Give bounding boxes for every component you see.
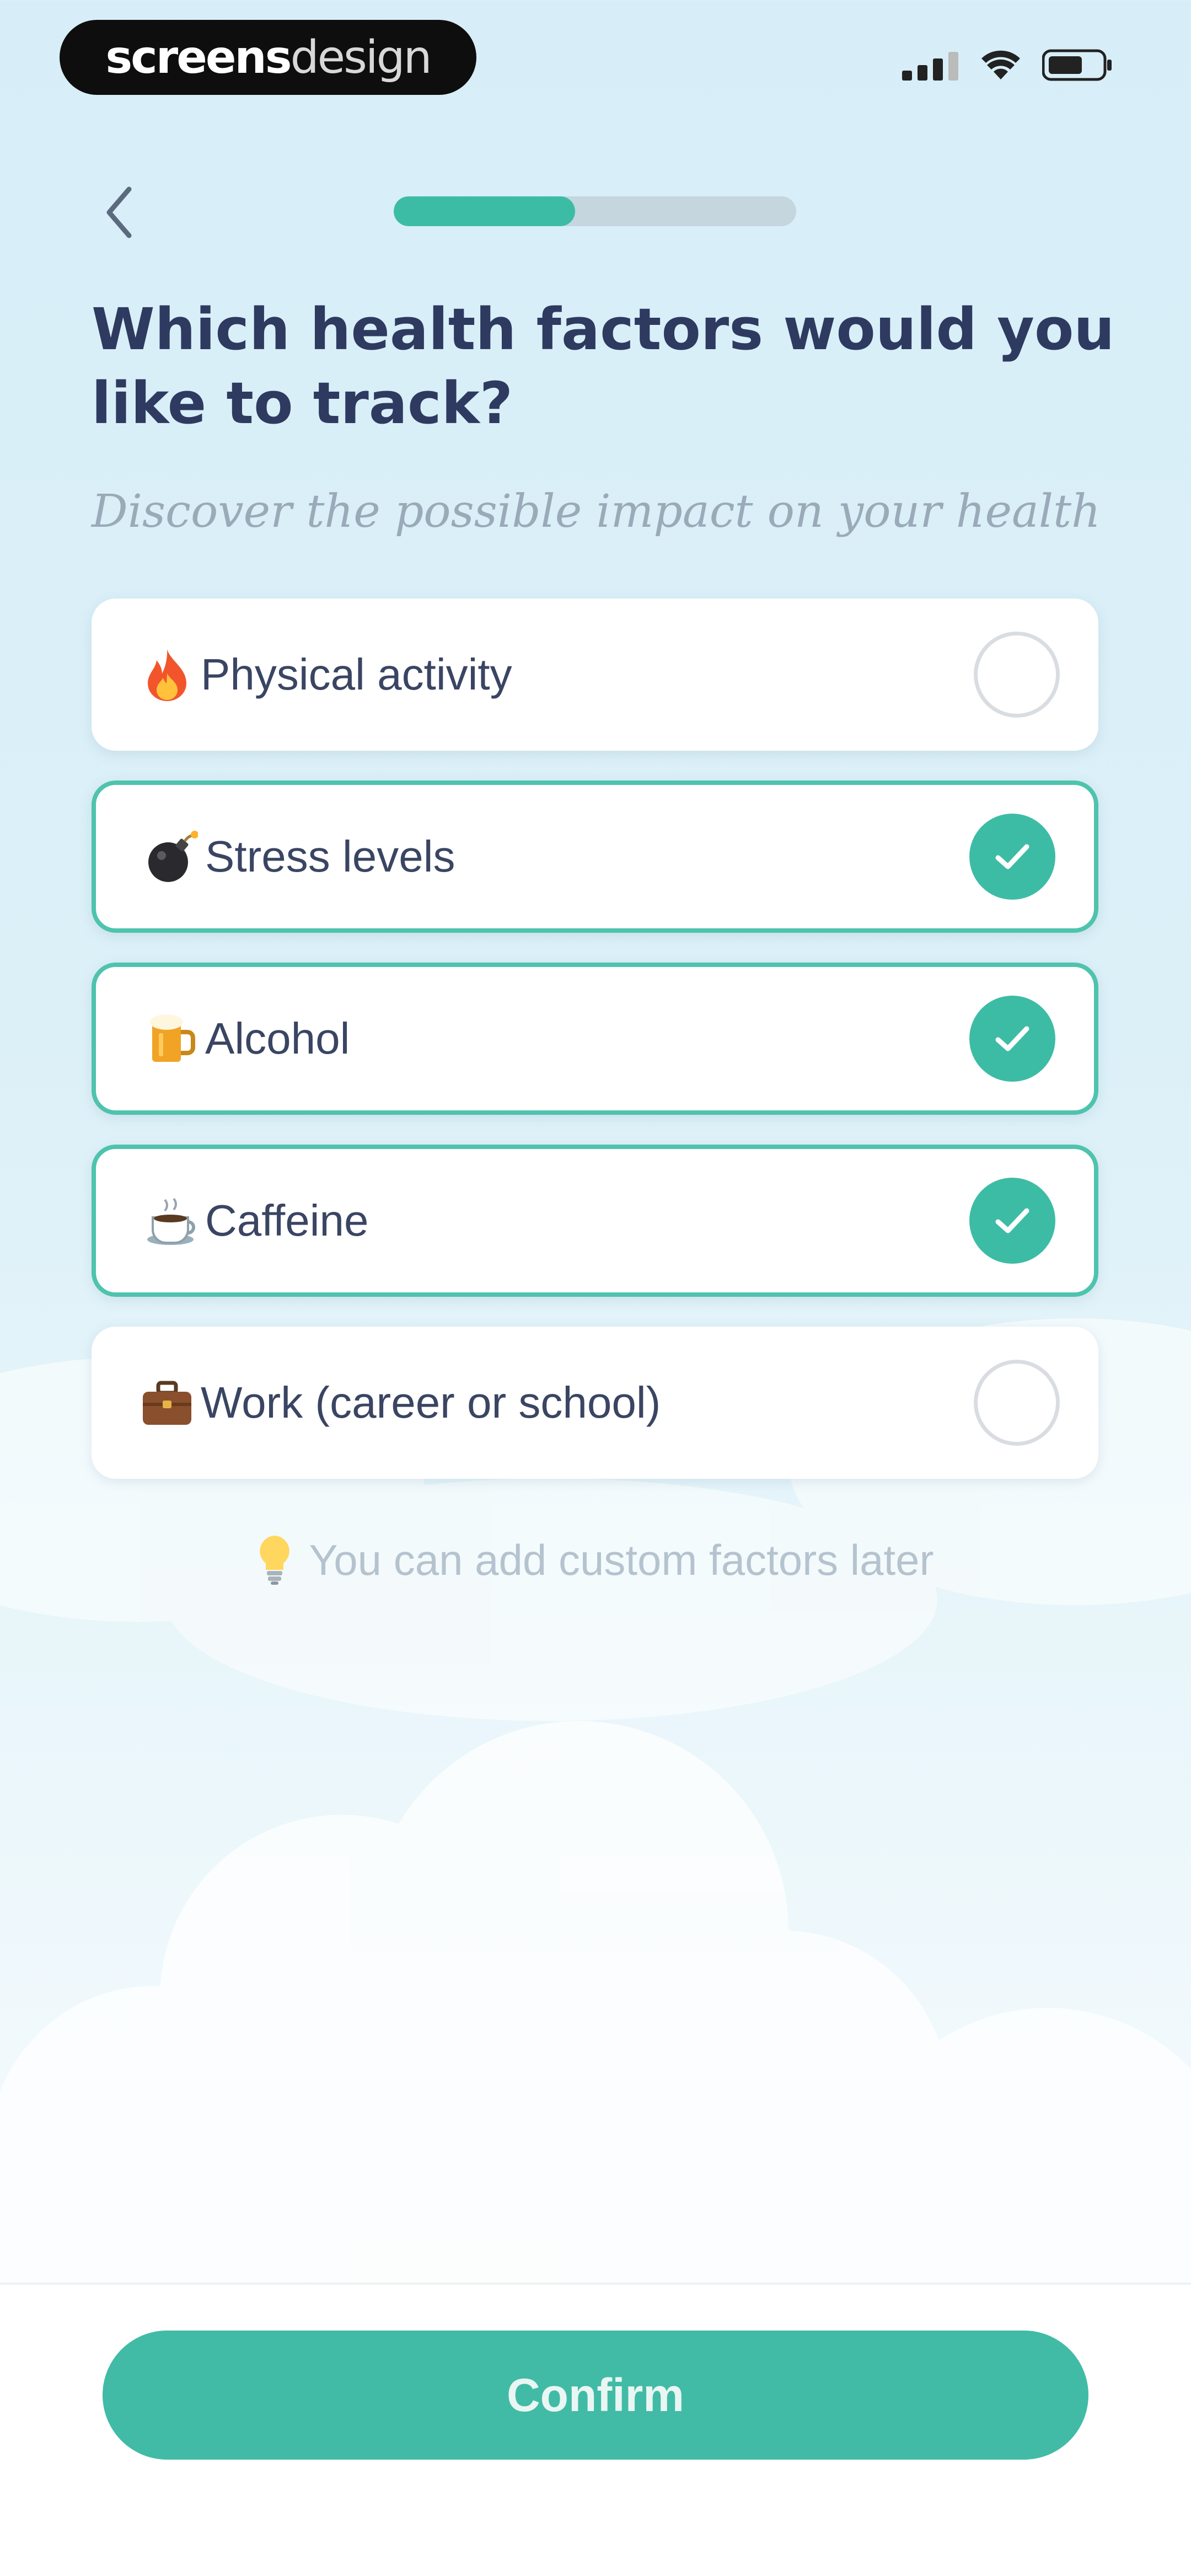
option-label: Work (career or school)	[201, 1378, 661, 1427]
cellular-signal-icon	[902, 52, 958, 81]
coffee-cup-icon	[141, 1190, 202, 1251]
bomb-icon	[141, 826, 202, 887]
screensdesign-watermark: screens design	[60, 20, 476, 95]
option-label: Stress levels	[205, 832, 455, 881]
page-title: Which health factors would you like to t…	[92, 296, 1115, 437]
watermark-part-bold: screens	[105, 31, 292, 84]
checkbox[interactable]	[974, 632, 1060, 718]
briefcase-icon	[137, 1372, 197, 1433]
option-caffeine[interactable]: Caffeine	[92, 1145, 1098, 1297]
checkbox[interactable]	[969, 996, 1055, 1082]
fire-icon	[137, 644, 197, 705]
checkmark-icon	[995, 1026, 1029, 1051]
option-label: Alcohol	[205, 1014, 350, 1063]
option-stress-levels[interactable]: Stress levels	[92, 781, 1098, 933]
battery-icon	[1042, 49, 1112, 81]
checkmark-icon	[995, 844, 1029, 869]
option-work[interactable]: Work (career or school)	[92, 1327, 1098, 1479]
beer-mug-icon	[141, 1008, 202, 1069]
confirm-button[interactable]: Confirm	[103, 2331, 1088, 2460]
back-button[interactable]	[93, 182, 146, 243]
status-bar	[902, 49, 1114, 82]
option-alcohol[interactable]: Alcohol	[92, 963, 1098, 1115]
page-subtitle: Discover the possible impact on your hea…	[92, 485, 1101, 538]
onboarding-progress-bar	[394, 196, 796, 226]
option-label: Physical activity	[201, 650, 512, 699]
checkbox[interactable]	[969, 1178, 1055, 1264]
checkbox[interactable]	[974, 1360, 1060, 1446]
wifi-icon	[981, 50, 1020, 79]
watermark-part-light: design	[290, 31, 432, 84]
lightbulb-icon	[260, 1536, 290, 1585]
hint-text: You can add custom factors later	[309, 1535, 934, 1584]
option-label: Caffeine	[205, 1196, 369, 1245]
chevron-left-icon	[106, 186, 132, 238]
custom-factors-hint: You can add custom factors later	[0, 1533, 1191, 1586]
option-physical-activity[interactable]: Physical activity	[92, 598, 1098, 751]
checkmark-icon	[995, 1208, 1029, 1233]
checkbox[interactable]	[969, 814, 1055, 900]
progress-fill	[394, 196, 575, 226]
